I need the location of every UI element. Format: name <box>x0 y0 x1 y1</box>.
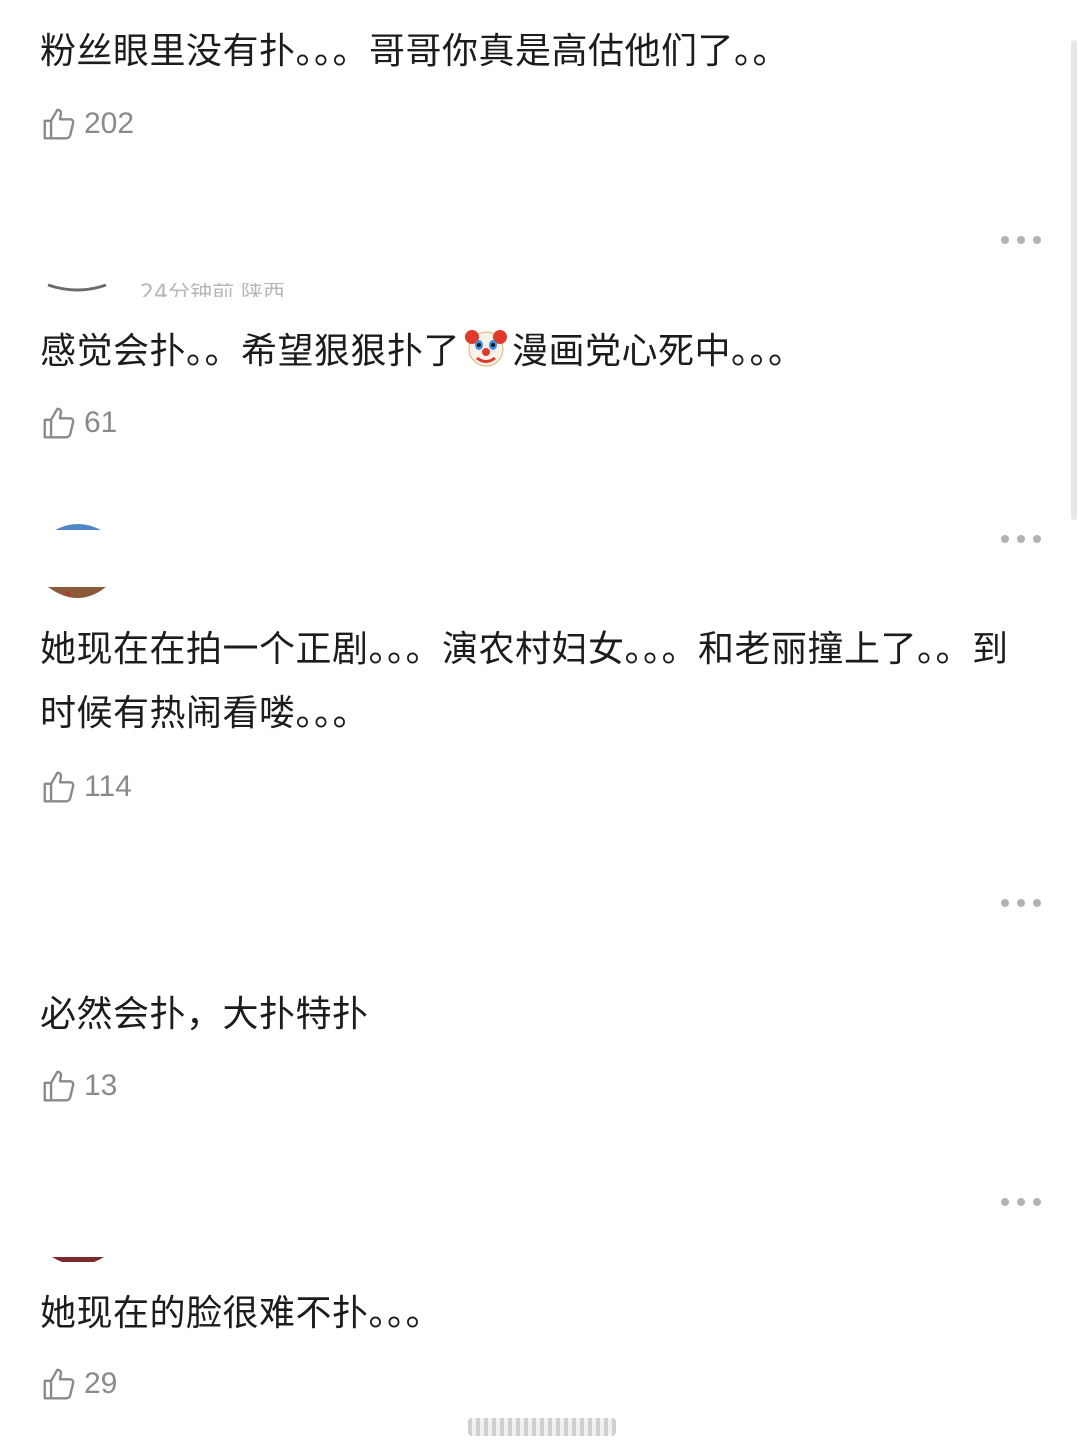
like-button[interactable]: 13 <box>40 1066 117 1106</box>
comment-text: 她现在的脸很难不扑。。。 <box>40 1293 443 1334</box>
thumbs-up-icon <box>40 1365 78 1403</box>
more-options-button[interactable] <box>1001 1192 1041 1212</box>
like-count: 202 <box>84 107 135 140</box>
watermark-bar <box>468 1418 616 1436</box>
like-count: 13 <box>84 1069 118 1102</box>
comment-text: 必然会扑，大扑特扑 <box>40 994 369 1035</box>
like-count: 114 <box>84 770 132 803</box>
more-options-button[interactable] <box>1001 230 1041 250</box>
like-count: 29 <box>84 1367 118 1400</box>
clown-face-emoji-icon <box>464 325 508 369</box>
thumbs-up-icon <box>40 404 78 442</box>
thumbs-up-icon <box>40 768 78 806</box>
thumbs-up-icon <box>40 1067 78 1105</box>
like-button[interactable]: 202 <box>40 104 134 144</box>
thumbs-up-icon <box>40 105 78 143</box>
avatar-bottom-fragment <box>46 586 110 600</box>
avatar[interactable] <box>46 518 110 530</box>
like-button[interactable]: 29 <box>40 1364 117 1404</box>
scrollbar[interactable] <box>1071 40 1077 520</box>
avatar[interactable] <box>46 280 110 294</box>
more-options-button[interactable] <box>1001 529 1041 549</box>
more-options-button[interactable] <box>1001 893 1041 913</box>
comment-text: 感觉会扑。。希望狠狠扑了 漫画党心死中。。。 <box>40 320 1030 384</box>
comment-text: 粉丝眼里没有扑。。。哥哥你真是高估他们了。。 <box>40 31 790 72</box>
like-button[interactable]: 61 <box>40 403 117 443</box>
like-count: 61 <box>84 406 118 439</box>
comment-meta: 24分钟前 陕西 <box>140 283 285 297</box>
comment-text: 她现在在拍一个正剧。。。演农村妇女。。。和老丽撞上了。。到时候有热闹看喽。。。 <box>40 629 1009 734</box>
avatar[interactable] <box>46 1252 110 1262</box>
like-button[interactable]: 114 <box>40 767 132 807</box>
